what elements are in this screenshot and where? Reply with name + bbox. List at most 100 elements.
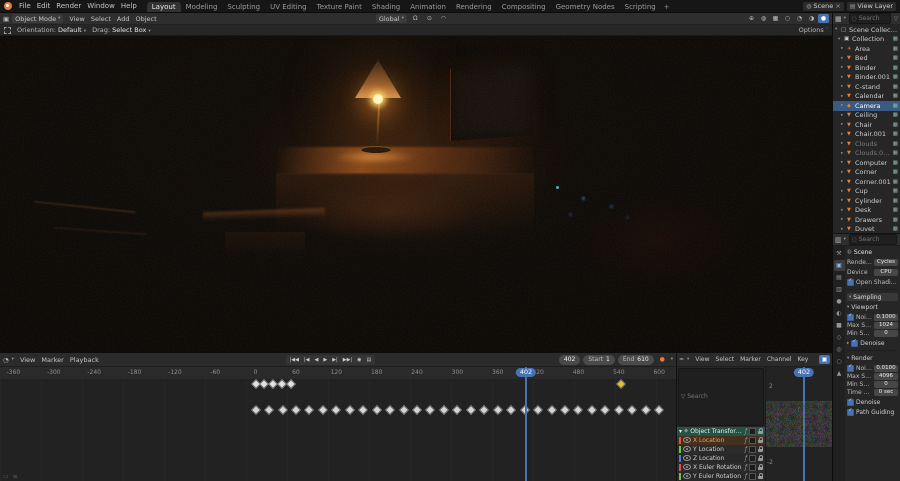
graph-menu-marker[interactable]: Marker: [737, 356, 764, 363]
editor-type-icon[interactable]: ▣: [3, 15, 9, 23]
expand-icon[interactable]: ▸: [841, 122, 845, 127]
visibility-toggle-icon[interactable]: ▦: [893, 188, 898, 194]
expand-icon[interactable]: ▸: [841, 84, 845, 89]
visibility-eye-icon[interactable]: [683, 437, 691, 443]
channel-x-euler-rotation[interactable]: X Euler Rotation ƒ: [677, 462, 765, 472]
outliner-item-duvet[interactable]: ▸ ▼ Duvet ▦: [833, 225, 900, 233]
view-layer-selector[interactable]: ▤ View Layer: [846, 1, 896, 11]
current-frame-field[interactable]: 402: [558, 354, 581, 365]
summary-keyframe[interactable]: [285, 379, 296, 389]
expand-icon[interactable]: ▸: [841, 46, 845, 51]
outliner-item-c-stand[interactable]: ▸ ▼ C-stand ▦: [833, 82, 900, 92]
scene-collection-row[interactable]: ▾ ▢ Scene Collection: [833, 25, 900, 35]
render-denoise-row[interactable]: Denoise: [847, 398, 898, 406]
topbar-menu-edit[interactable]: Edit: [34, 2, 54, 10]
channel-keyframe[interactable]: [371, 405, 382, 415]
viewport-sampling-checkbox[interactable]: [847, 313, 854, 321]
channel-keyframe[interactable]: [627, 405, 638, 415]
visibility-eye-icon[interactable]: [683, 464, 691, 470]
channel-search[interactable]: ▽: [678, 368, 764, 426]
channel-enable-checkbox[interactable]: [749, 463, 756, 471]
next-keyframe-button[interactable]: ▶|: [330, 357, 340, 363]
fcurve-modifier-icon[interactable]: ƒ: [745, 437, 747, 444]
timeline-menu-playback[interactable]: Playback: [67, 356, 102, 364]
blender-logo-icon[interactable]: [4, 2, 12, 10]
timeline-menu-marker[interactable]: Marker: [38, 356, 66, 364]
visibility-toggle-icon[interactable]: ▦: [893, 103, 898, 109]
properties-tab-scene[interactable]: ●: [834, 296, 845, 307]
lock-icon[interactable]: [758, 445, 763, 452]
marker-keyframe[interactable]: [615, 379, 626, 389]
channel-enable-checkbox[interactable]: [749, 445, 756, 453]
outliner-item-chair[interactable]: ▸ ▼ Chair ▦: [833, 120, 900, 130]
keying-set-icon[interactable]: ●: [657, 355, 668, 364]
visibility-toggle-icon[interactable]: ▦: [893, 141, 898, 147]
outliner-editor-icon[interactable]: ▦: [835, 15, 842, 23]
channel-keyframe[interactable]: [344, 405, 355, 415]
outliner-item-desk[interactable]: ▸ ▼ Desk ▦: [833, 206, 900, 216]
channel-keyframe[interactable]: [600, 405, 611, 415]
visibility-toggle-icon[interactable]: ▦: [893, 122, 898, 128]
visibility-toggle-icon[interactable]: ▦: [893, 150, 898, 156]
properties-editor-icon[interactable]: ▥: [835, 236, 842, 244]
orientation-value[interactable]: Default: [58, 26, 82, 34]
expand-icon[interactable]: ▾: [835, 27, 839, 32]
viewport-menu-add[interactable]: Add: [114, 15, 133, 23]
timeline-keyframe-area[interactable]: [0, 379, 676, 481]
sampling-section-header[interactable]: ▾ Sampling: [847, 293, 898, 301]
visibility-toggle-icon[interactable]: ▦: [893, 55, 898, 61]
lock-icon[interactable]: [758, 436, 763, 443]
channel-keyframe[interactable]: [385, 405, 396, 415]
field-value[interactable]: 1024: [874, 321, 898, 329]
timeline-playhead[interactable]: [525, 367, 527, 481]
outliner-item-computer[interactable]: ▸ ▼ Computer ▦: [833, 158, 900, 168]
channel-keyframe[interactable]: [546, 405, 557, 415]
expand-icon[interactable]: ▸: [841, 179, 845, 184]
visibility-eye-icon[interactable]: [683, 473, 691, 479]
channel-enable-checkbox[interactable]: [749, 472, 756, 480]
visibility-eye-icon[interactable]: [683, 446, 691, 452]
workspace-tab-layout[interactable]: Layout: [146, 2, 181, 12]
channel-keyframe[interactable]: [586, 405, 597, 415]
channel-keyframe[interactable]: [398, 405, 409, 415]
properties-tab-constraints[interactable]: ○: [834, 356, 845, 367]
timeline-stage[interactable]: -360 -300 -240 -180 -120 -60 0 60 120 180 240 300 36…: [0, 367, 676, 481]
expand-icon[interactable]: ▸: [841, 198, 845, 203]
channel-z-location[interactable]: Z Location ƒ: [677, 453, 765, 463]
channel-keyframe[interactable]: [291, 405, 301, 415]
outliner-item-binder-001[interactable]: ▸ ▼ Binder.001 ▦: [833, 73, 900, 83]
visibility-toggle-icon[interactable]: ▦: [893, 74, 898, 80]
visibility-toggle-icon[interactable]: ▦: [893, 84, 898, 90]
expand-icon[interactable]: ▸: [841, 65, 845, 70]
add-workspace-button[interactable]: +: [661, 2, 673, 12]
collection-row[interactable]: ▾ ▣ Collection ▦: [833, 35, 900, 45]
sync-button[interactable]: ▤: [364, 357, 373, 363]
topbar-menu-file[interactable]: File: [16, 2, 34, 10]
expand-icon[interactable]: ▸: [841, 208, 845, 213]
channel-keyframe[interactable]: [613, 405, 624, 415]
visibility-toggle-icon[interactable]: ▦: [893, 179, 898, 185]
visibility-toggle-icon[interactable]: ▦: [893, 112, 898, 118]
properties-tab-object[interactable]: ■: [834, 320, 845, 331]
drag-value[interactable]: Select Box: [112, 26, 146, 34]
channel-keyframe[interactable]: [264, 405, 274, 415]
properties-search-input[interactable]: [858, 236, 894, 243]
properties-search[interactable]: ◌: [848, 234, 897, 245]
expand-icon[interactable]: ▾: [838, 37, 842, 42]
field-value[interactable]: 0 sec: [874, 388, 898, 396]
field-value[interactable]: 0: [874, 380, 898, 388]
play-reverse-button[interactable]: ◀: [312, 357, 320, 363]
channel-keyframe[interactable]: [465, 405, 476, 415]
outliner-search[interactable]: ◌: [848, 13, 891, 24]
channel-x-location[interactable]: X Location ƒ: [677, 435, 765, 445]
field-value[interactable]: 4096: [874, 372, 898, 380]
channel-keyframe[interactable]: [492, 405, 503, 415]
workspace-tab-scripting[interactable]: Scripting: [620, 2, 661, 12]
channel-keyframe[interactable]: [560, 405, 570, 415]
properties-tab-tool[interactable]: ⚒: [834, 248, 845, 259]
outliner-item-corner[interactable]: ▸ ▼ Corner ▦: [833, 168, 900, 178]
channel-enable-checkbox[interactable]: [749, 454, 756, 462]
visibility-eye-icon[interactable]: [683, 455, 691, 461]
falloff-dropdown-icon[interactable]: ◠: [438, 14, 449, 23]
channel-keyframe[interactable]: [304, 405, 315, 415]
